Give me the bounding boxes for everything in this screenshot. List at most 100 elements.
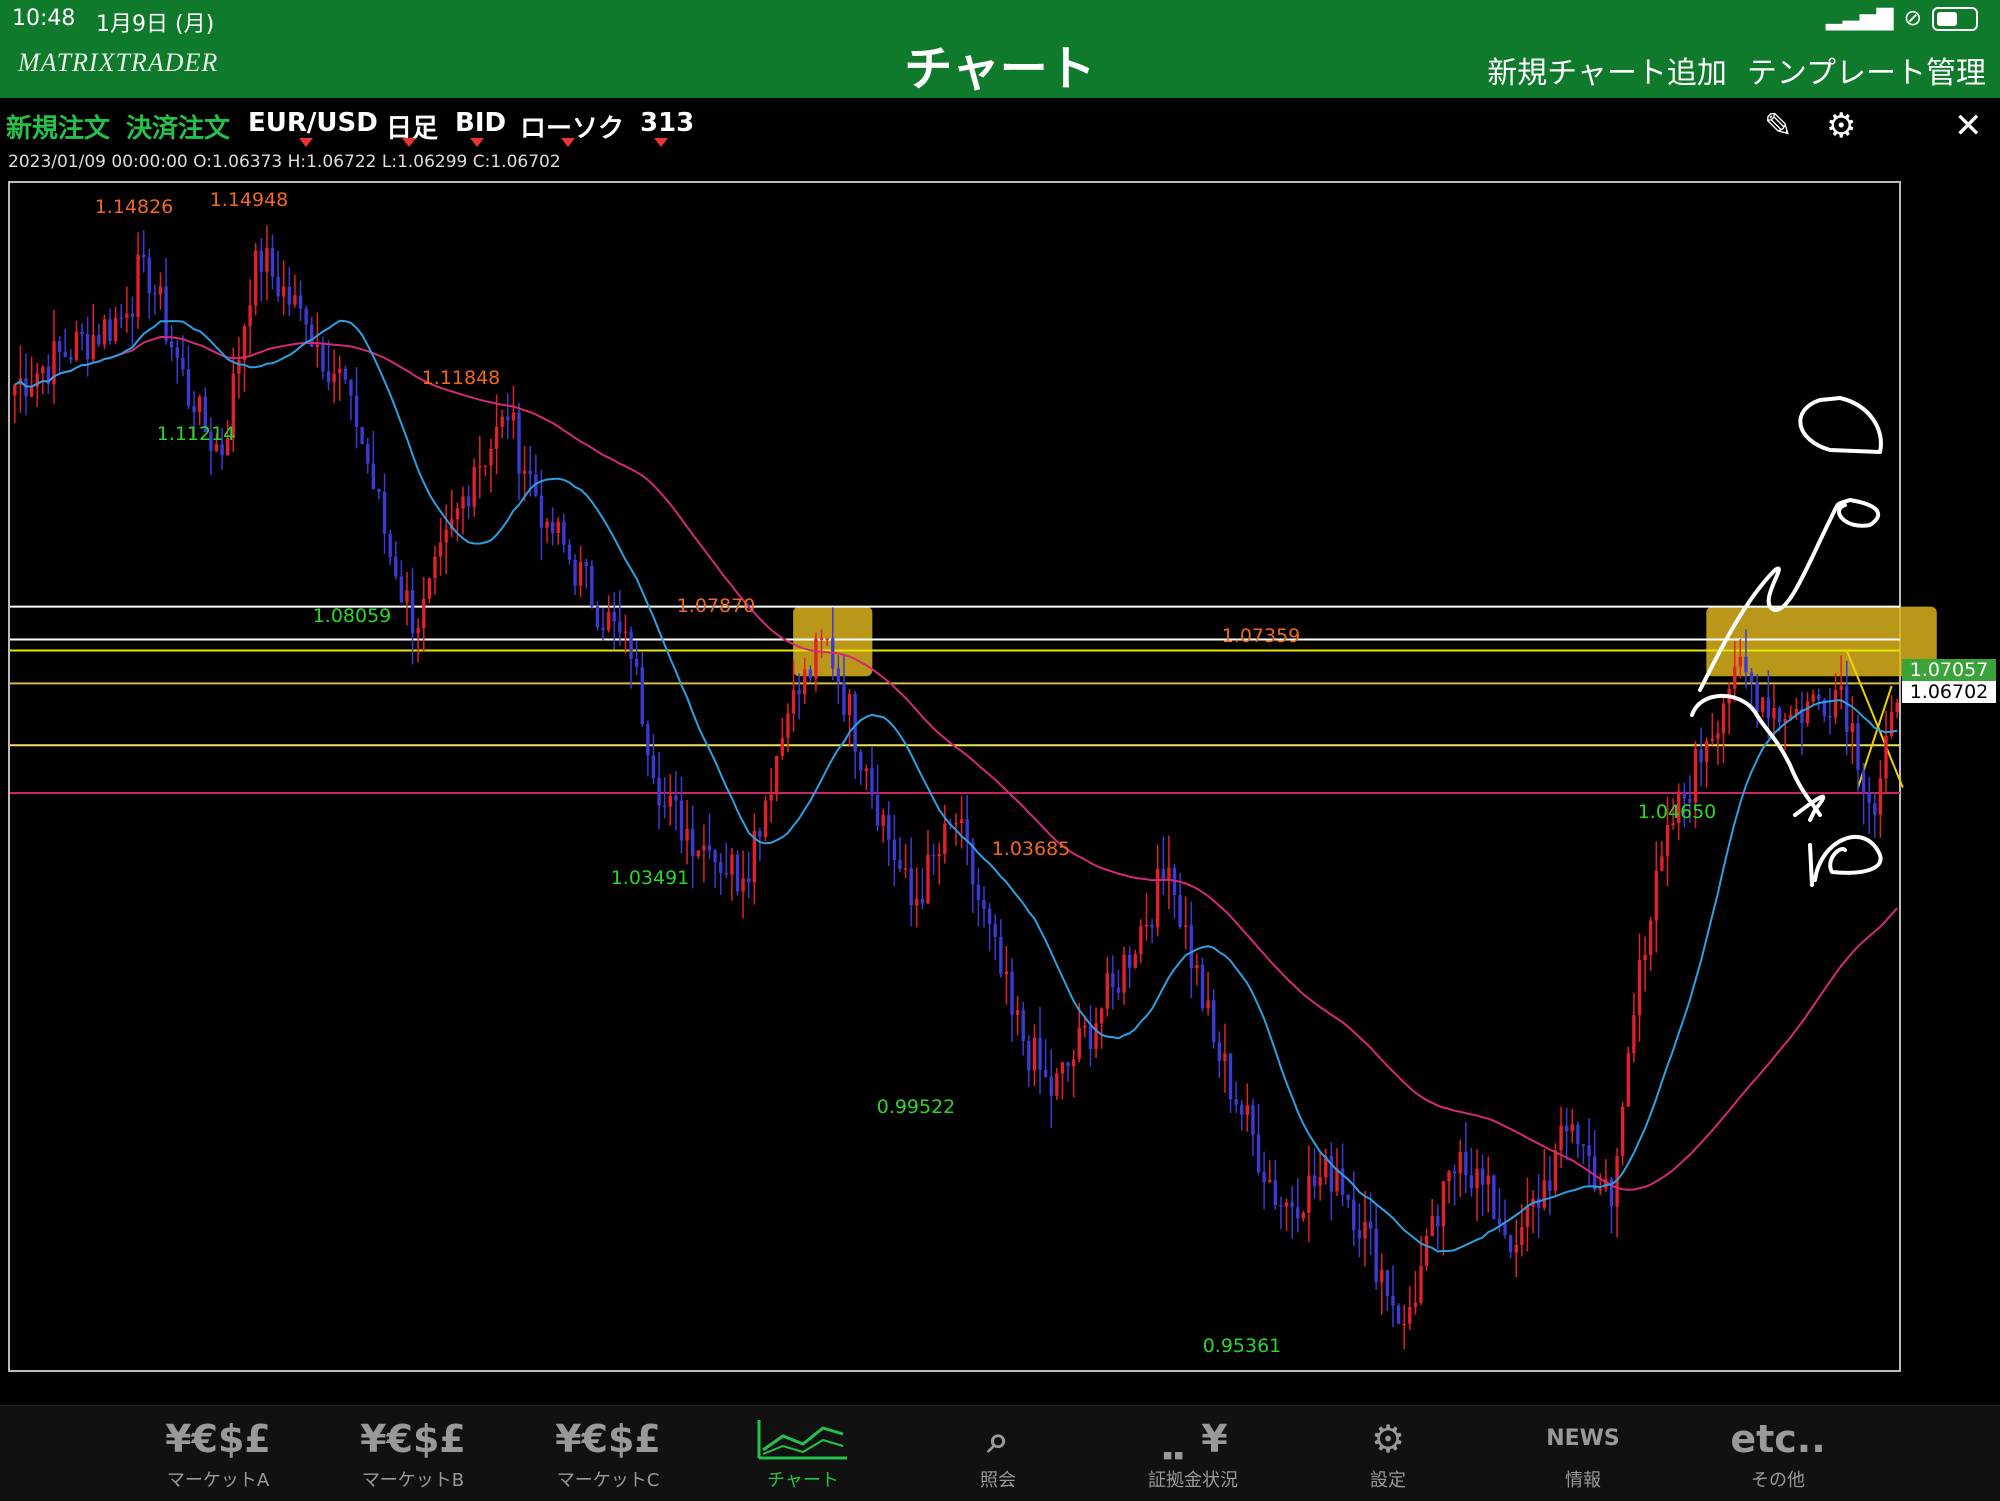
tab-news[interactable]: NEWS 情報 (1508, 1414, 1658, 1492)
gear-icon[interactable]: ⚙ (1826, 106, 1856, 146)
etc-icon: etc.. (1730, 1417, 1826, 1461)
search-icon: ⌕ (987, 1417, 1009, 1461)
candle (1514, 1219, 1518, 1278)
candle (1234, 1081, 1238, 1113)
candle (881, 808, 885, 843)
candle (1010, 958, 1014, 1042)
candle (982, 886, 986, 928)
candle (276, 250, 280, 303)
candle (534, 454, 538, 498)
tab-margin-status[interactable]: ⣀ ¥ 証拠金状況 (1118, 1414, 1268, 1492)
close-icon[interactable]: ✕ (1954, 106, 1983, 146)
candle (1727, 682, 1731, 735)
peak-label: 1.07870 (677, 595, 756, 617)
candle (147, 249, 151, 319)
candle (926, 829, 930, 905)
candle (1307, 1145, 1311, 1242)
candle (1066, 1061, 1070, 1082)
candle (1419, 1236, 1423, 1306)
close-price-tag: 1.06702 (1902, 681, 1996, 703)
candle (1525, 1177, 1530, 1252)
trough-label: 0.95361 (1203, 1335, 1282, 1357)
candle (937, 842, 941, 885)
candle (741, 850, 745, 919)
candle (702, 824, 706, 883)
candle (382, 473, 387, 554)
candle (595, 601, 600, 631)
candle (1139, 919, 1143, 964)
system-indicators: ▂▃▅▇ ⊘ (1826, 6, 1978, 31)
candle (903, 844, 908, 879)
template-manage-button[interactable]: テンプレート管理 (1747, 48, 1986, 92)
candle (130, 296, 135, 347)
candle (1049, 1049, 1053, 1128)
tab-label: 証拠金状況 (1148, 1470, 1238, 1491)
tab-other[interactable]: etc.. その他 (1703, 1414, 1853, 1492)
candle (1301, 1210, 1306, 1222)
price-chart[interactable]: 1.14826 1.14948 1.11848 1.07870 1.03685 1.073… (0, 170, 2000, 1405)
candle (1856, 714, 1860, 792)
bar-count-selector[interactable]: 313 (640, 108, 694, 138)
candle (108, 308, 112, 345)
candle (153, 284, 157, 315)
candle (1480, 1154, 1485, 1217)
candle (1833, 673, 1838, 724)
candle (1363, 1191, 1367, 1267)
new-order-button[interactable]: 新規注文 (6, 108, 110, 145)
tab-inquiry[interactable]: ⌕ 照会 (923, 1414, 1073, 1492)
candle (326, 340, 331, 391)
candle (1452, 1164, 1457, 1206)
candle (1811, 689, 1815, 706)
candle (623, 614, 628, 654)
candle (399, 560, 404, 604)
price-type-selector[interactable]: BID (455, 108, 506, 138)
candle (1878, 759, 1883, 838)
candle (1055, 1067, 1059, 1100)
candle (892, 814, 897, 887)
candle (85, 316, 90, 377)
candle (747, 851, 751, 898)
tab-market-a[interactable]: ¥€$£ マーケットA (143, 1414, 293, 1492)
candle (1408, 1286, 1412, 1331)
candle (506, 393, 510, 439)
candle (1111, 955, 1115, 1010)
candle (1167, 835, 1171, 910)
tab-chart[interactable]: チャート (728, 1414, 878, 1492)
candle (1385, 1269, 1390, 1311)
news-icon: NEWS (1546, 1426, 1620, 1451)
candle (1122, 946, 1126, 1005)
tab-market-b[interactable]: ¥€$£ マーケットB (338, 1414, 488, 1492)
close-order-button[interactable]: 決済注文 (126, 108, 230, 145)
ma-long-line (14, 335, 1898, 1191)
candle (662, 776, 667, 819)
candle (338, 355, 342, 401)
tab-label: 設定 (1370, 1470, 1406, 1491)
candle (562, 513, 566, 553)
tab-settings[interactable]: ⚙ 設定 (1313, 1414, 1463, 1492)
candle (315, 312, 320, 368)
candle (13, 384, 17, 424)
pencil-icon[interactable]: ✎ (1764, 106, 1793, 146)
trough-label: 1.03491 (611, 867, 690, 889)
candle (578, 545, 583, 598)
candle (1458, 1139, 1462, 1198)
candle (1273, 1159, 1278, 1210)
candle (175, 339, 179, 384)
candle (965, 795, 969, 866)
candle (1592, 1130, 1597, 1193)
candle (1318, 1151, 1322, 1201)
candle (612, 592, 616, 650)
candle (63, 328, 67, 358)
settings-gear-wrench-icon: ⚙ (1370, 1417, 1406, 1461)
candle (1212, 988, 1216, 1049)
status-time: 10:48 (12, 6, 76, 31)
candle (52, 309, 56, 404)
pair-selector[interactable]: EUR/USD (248, 108, 378, 138)
tab-market-c[interactable]: ¥€$£ マーケットC (533, 1414, 683, 1492)
candle (29, 356, 34, 398)
candle (1088, 1005, 1093, 1067)
candle (1027, 1035, 1031, 1087)
add-chart-button[interactable]: 新規チャート追加 (1487, 48, 1727, 92)
candle (1279, 1196, 1283, 1230)
candle (1329, 1142, 1334, 1221)
